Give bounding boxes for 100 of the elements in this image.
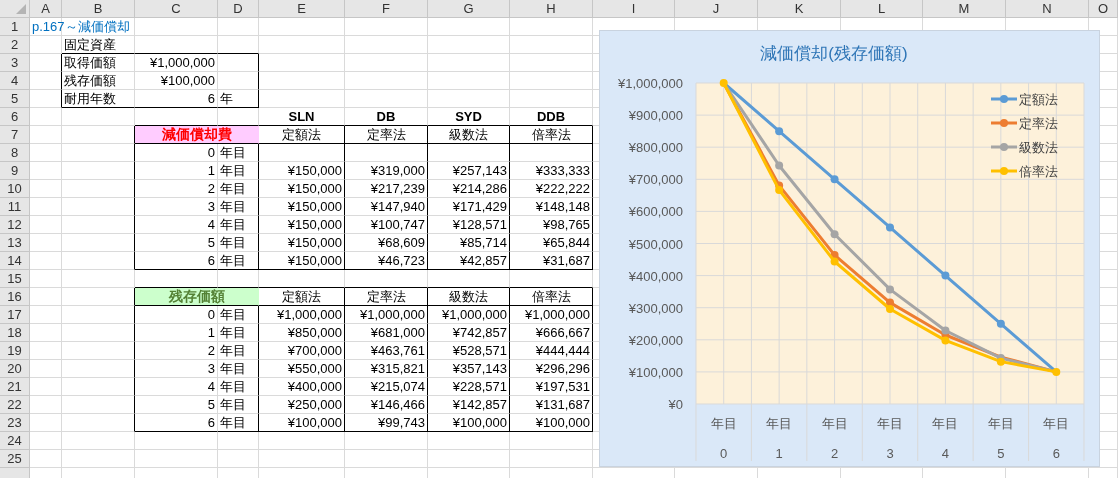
year-number[interactable]: 0 xyxy=(135,306,218,324)
row-header[interactable]: 2 xyxy=(0,36,30,54)
table-cell[interactable]: ¥150,000 xyxy=(259,198,345,216)
table-cell[interactable]: ¥319,000 xyxy=(345,162,428,180)
section-label[interactable]: 固定資産 xyxy=(62,36,135,54)
row-header[interactable]: 3 xyxy=(0,54,30,72)
column-header[interactable]: H xyxy=(510,0,593,18)
method-code[interactable]: DB xyxy=(345,108,428,126)
unit-label[interactable]: 年 xyxy=(218,90,259,108)
row-header[interactable]: 8 xyxy=(0,144,30,162)
year-unit[interactable]: 年目 xyxy=(218,342,259,360)
year-number[interactable]: 0 xyxy=(135,144,218,162)
row-header[interactable]: 22 xyxy=(0,396,30,414)
year-number[interactable]: 1 xyxy=(135,324,218,342)
year-unit[interactable]: 年目 xyxy=(218,144,259,162)
column-label[interactable]: 定率法 xyxy=(345,288,428,306)
table-cell[interactable]: ¥100,747 xyxy=(345,216,428,234)
year-unit[interactable]: 年目 xyxy=(218,162,259,180)
table-cell[interactable]: ¥148,148 xyxy=(510,198,593,216)
table-cell[interactable]: ¥257,143 xyxy=(428,162,510,180)
table-cell[interactable]: ¥128,571 xyxy=(428,216,510,234)
row-header[interactable]: 20 xyxy=(0,360,30,378)
column-header[interactable]: M xyxy=(923,0,1006,18)
table-cell[interactable]: ¥550,000 xyxy=(259,360,345,378)
year-number[interactable]: 3 xyxy=(135,360,218,378)
column-header[interactable]: J xyxy=(675,0,758,18)
row-header[interactable]: 15 xyxy=(0,270,30,288)
field-value[interactable]: 6 xyxy=(135,90,218,108)
year-unit[interactable]: 年目 xyxy=(218,198,259,216)
table-cell[interactable]: ¥100,000 xyxy=(510,414,593,432)
table-heading[interactable]: 残存価額 xyxy=(135,288,259,306)
column-label[interactable]: 定額法 xyxy=(259,126,345,144)
row-header[interactable]: 6 xyxy=(0,108,30,126)
table-cell[interactable]: ¥400,000 xyxy=(259,378,345,396)
column-header[interactable]: C xyxy=(135,0,218,18)
year-unit[interactable]: 年目 xyxy=(218,234,259,252)
table-cell[interactable]: ¥42,857 xyxy=(428,252,510,270)
column-header[interactable]: N xyxy=(1006,0,1089,18)
year-number[interactable]: 3 xyxy=(135,198,218,216)
row-header[interactable]: 1 xyxy=(0,18,30,36)
row-header[interactable]: 10 xyxy=(0,180,30,198)
column-header[interactable]: D xyxy=(218,0,259,18)
select-all-button[interactable] xyxy=(0,0,30,18)
table-cell[interactable]: ¥65,844 xyxy=(510,234,593,252)
year-number[interactable]: 6 xyxy=(135,252,218,270)
table-cell[interactable]: ¥1,000,000 xyxy=(428,306,510,324)
row-header[interactable]: 9 xyxy=(0,162,30,180)
method-code[interactable]: SLN xyxy=(259,108,345,126)
year-unit[interactable]: 年目 xyxy=(218,216,259,234)
table-cell[interactable]: ¥681,000 xyxy=(345,324,428,342)
row-header[interactable]: 17 xyxy=(0,306,30,324)
table-cell[interactable]: ¥214,286 xyxy=(428,180,510,198)
table-cell[interactable]: ¥666,667 xyxy=(510,324,593,342)
year-number[interactable]: 4 xyxy=(135,216,218,234)
row-header[interactable]: 4 xyxy=(0,72,30,90)
table-cell[interactable]: ¥1,000,000 xyxy=(259,306,345,324)
year-number[interactable]: 2 xyxy=(135,342,218,360)
field-value[interactable]: ¥100,000 xyxy=(135,72,218,90)
table-cell[interactable]: ¥197,531 xyxy=(510,378,593,396)
table-cell[interactable]: ¥147,940 xyxy=(345,198,428,216)
row-header[interactable]: 23 xyxy=(0,414,30,432)
table-cell[interactable]: ¥171,429 xyxy=(428,198,510,216)
column-label[interactable]: 倍率法 xyxy=(510,288,593,306)
field-label[interactable]: 残存価額 xyxy=(62,72,135,90)
column-header[interactable]: L xyxy=(841,0,923,18)
table-cell[interactable]: ¥850,000 xyxy=(259,324,345,342)
table-cell[interactable]: ¥46,723 xyxy=(345,252,428,270)
row-header[interactable]: 19 xyxy=(0,342,30,360)
table-cell[interactable]: ¥98,765 xyxy=(510,216,593,234)
row-header[interactable]: 24 xyxy=(0,432,30,450)
table-cell[interactable]: ¥296,296 xyxy=(510,360,593,378)
table-cell[interactable]: ¥217,239 xyxy=(345,180,428,198)
field-label[interactable]: 取得価額 xyxy=(62,54,135,72)
table-cell[interactable]: ¥333,333 xyxy=(510,162,593,180)
column-label[interactable]: 倍率法 xyxy=(510,126,593,144)
table-cell[interactable]: ¥100,000 xyxy=(428,414,510,432)
table-cell[interactable]: ¥444,444 xyxy=(510,342,593,360)
year-number[interactable]: 5 xyxy=(135,234,218,252)
column-label[interactable]: 定額法 xyxy=(259,288,345,306)
table-cell[interactable]: ¥215,074 xyxy=(345,378,428,396)
row-header[interactable]: 5 xyxy=(0,90,30,108)
method-code[interactable]: DDB xyxy=(510,108,593,126)
field-value[interactable]: ¥1,000,000 xyxy=(135,54,218,72)
column-header[interactable]: K xyxy=(758,0,841,18)
sheet-title[interactable]: p.167～減価償却 xyxy=(30,18,135,36)
column-header[interactable]: F xyxy=(345,0,428,18)
table-cell[interactable]: ¥528,571 xyxy=(428,342,510,360)
field-label[interactable]: 耐用年数 xyxy=(62,90,135,108)
column-header[interactable]: O xyxy=(1089,0,1118,18)
year-unit[interactable]: 年目 xyxy=(218,396,259,414)
table-cell[interactable]: ¥68,609 xyxy=(345,234,428,252)
table-cell[interactable]: ¥357,143 xyxy=(428,360,510,378)
table-cell[interactable]: ¥85,714 xyxy=(428,234,510,252)
column-header[interactable]: I xyxy=(593,0,675,18)
table-cell[interactable]: ¥315,821 xyxy=(345,360,428,378)
table-cell[interactable]: ¥31,687 xyxy=(510,252,593,270)
year-unit[interactable]: 年目 xyxy=(218,414,259,432)
row-header[interactable]: 25 xyxy=(0,450,30,468)
year-unit[interactable]: 年目 xyxy=(218,252,259,270)
row-header[interactable]: 14 xyxy=(0,252,30,270)
